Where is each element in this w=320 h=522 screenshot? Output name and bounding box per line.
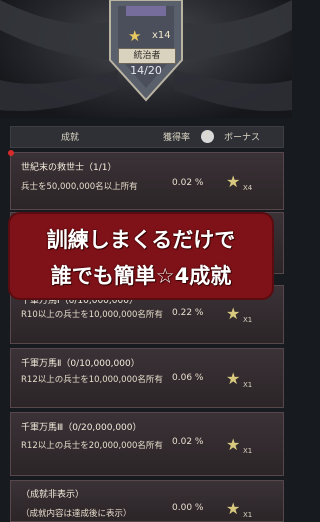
- achievement-name: （成就非表示）: [21, 490, 85, 500]
- list-item[interactable]: 千軍万馬Ⅱ（0/10,000,000） R12以上の兵士を10,000,000名…: [10, 348, 284, 408]
- column-rate: 獲得率: [163, 133, 191, 143]
- column-achievement: 成就: [61, 133, 80, 143]
- achievement-desc: 兵士を50,000,000名以上所有: [21, 182, 138, 192]
- achievement-desc: R12以上の兵士を10,000,000名所有: [21, 375, 163, 385]
- help-icon[interactable]: !: [201, 130, 214, 143]
- achievement-desc: R12以上の兵士を20,000,000名所有: [21, 441, 163, 451]
- star-icon: ★: [226, 172, 241, 191]
- bonus-multiplier: X4: [243, 184, 253, 192]
- list-item[interactable]: （成就非表示） （成就内容は達成後に表示） 0.00 % ★ X1: [10, 480, 284, 522]
- bonus-multiplier: X1: [243, 316, 253, 324]
- column-bonus: ボーナス: [224, 133, 261, 143]
- achievement-rate: 0.22 %: [172, 308, 204, 318]
- star-icon: ★: [128, 27, 142, 45]
- bonus-multiplier: X1: [243, 381, 253, 389]
- achievement-emblem-area: ★ x14 統治者 14/20: [0, 0, 292, 118]
- achievement-desc: R10以上の兵士を10,000,000名所有: [21, 310, 163, 320]
- achievement-name: 千軍万馬Ⅲ（0/20,000,000）: [21, 423, 142, 433]
- achievement-table-header: 成就 獲得率 ! ボーナス: [10, 126, 284, 148]
- bonus-multiplier: X1: [243, 511, 253, 519]
- promo-caption-banner: 訓練しまくるだけで 誰でも簡単☆4成就: [10, 214, 272, 298]
- list-item[interactable]: 千軍万馬Ⅲ（0/20,000,000） R12以上の兵士を20,000,000名…: [10, 412, 284, 476]
- achievement-rate: 0.06 %: [172, 373, 204, 383]
- achievement-rate: 0.02 %: [172, 437, 204, 447]
- achievement-rate: 0.00 %: [172, 503, 204, 513]
- star-count: x14: [152, 30, 171, 41]
- star-icon: ★: [226, 369, 241, 388]
- bonus-multiplier: X1: [243, 447, 253, 455]
- star-icon: ★: [226, 499, 241, 518]
- new-badge: [8, 150, 14, 156]
- list-item[interactable]: 世紀末の救世士（1/1） 兵士を50,000,000名以上所有 0.02 % ★…: [8, 150, 284, 210]
- achievement-name: 世紀末の救世士（1/1）: [21, 163, 117, 173]
- achievement-rate: 0.02 %: [172, 178, 204, 188]
- achievement-name: 千軍万馬Ⅱ（0/10,000,000）: [21, 359, 140, 369]
- achievement-desc: （成就内容は達成後に表示）: [21, 509, 132, 519]
- banner-line-2: 誰でも簡単☆4成就: [50, 264, 232, 288]
- rank-title: 統治者: [118, 48, 176, 64]
- rank-progress: 14/20: [130, 64, 162, 77]
- star-icon: ★: [226, 304, 241, 323]
- star-icon: ★: [226, 435, 241, 454]
- banner-line-1: 訓練しまくるだけで: [46, 228, 236, 252]
